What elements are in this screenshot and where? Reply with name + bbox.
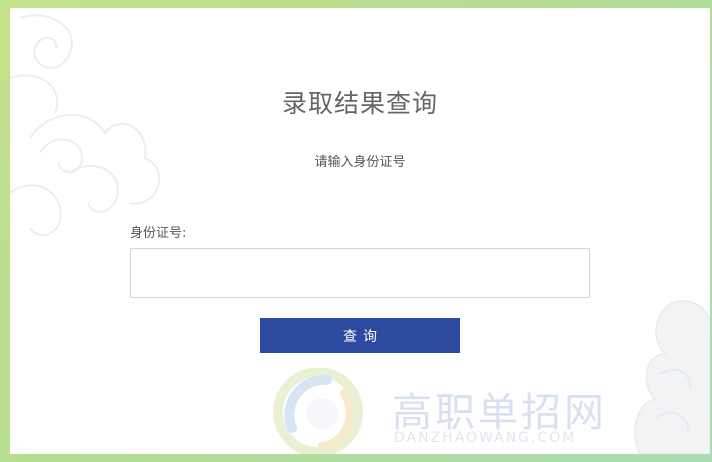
watermark-subtext: DANZHAOWANG.COM <box>394 430 577 446</box>
id-number-label: 身份证号: <box>130 226 187 241</box>
id-number-input[interactable] <box>130 248 590 298</box>
circular-swirl-logo-icon <box>273 368 363 454</box>
page-title: 录取结果查询 <box>281 89 438 118</box>
query-button[interactable]: 查询 <box>260 318 460 353</box>
site-watermark: 高职单招网 DANZHAOWANG.COM <box>272 366 692 454</box>
cloud-pattern-left-icon <box>10 14 160 237</box>
page-subtitle: 请输入身份证号 <box>314 155 406 170</box>
page-frame: 录取结果查询 请输入身份证号 身份证号: 查询 高职单招网 DANZHAOWAN… <box>0 0 712 462</box>
query-panel: 录取结果查询 请输入身份证号 身份证号: 查询 高职单招网 DANZHAOWAN… <box>10 8 710 454</box>
